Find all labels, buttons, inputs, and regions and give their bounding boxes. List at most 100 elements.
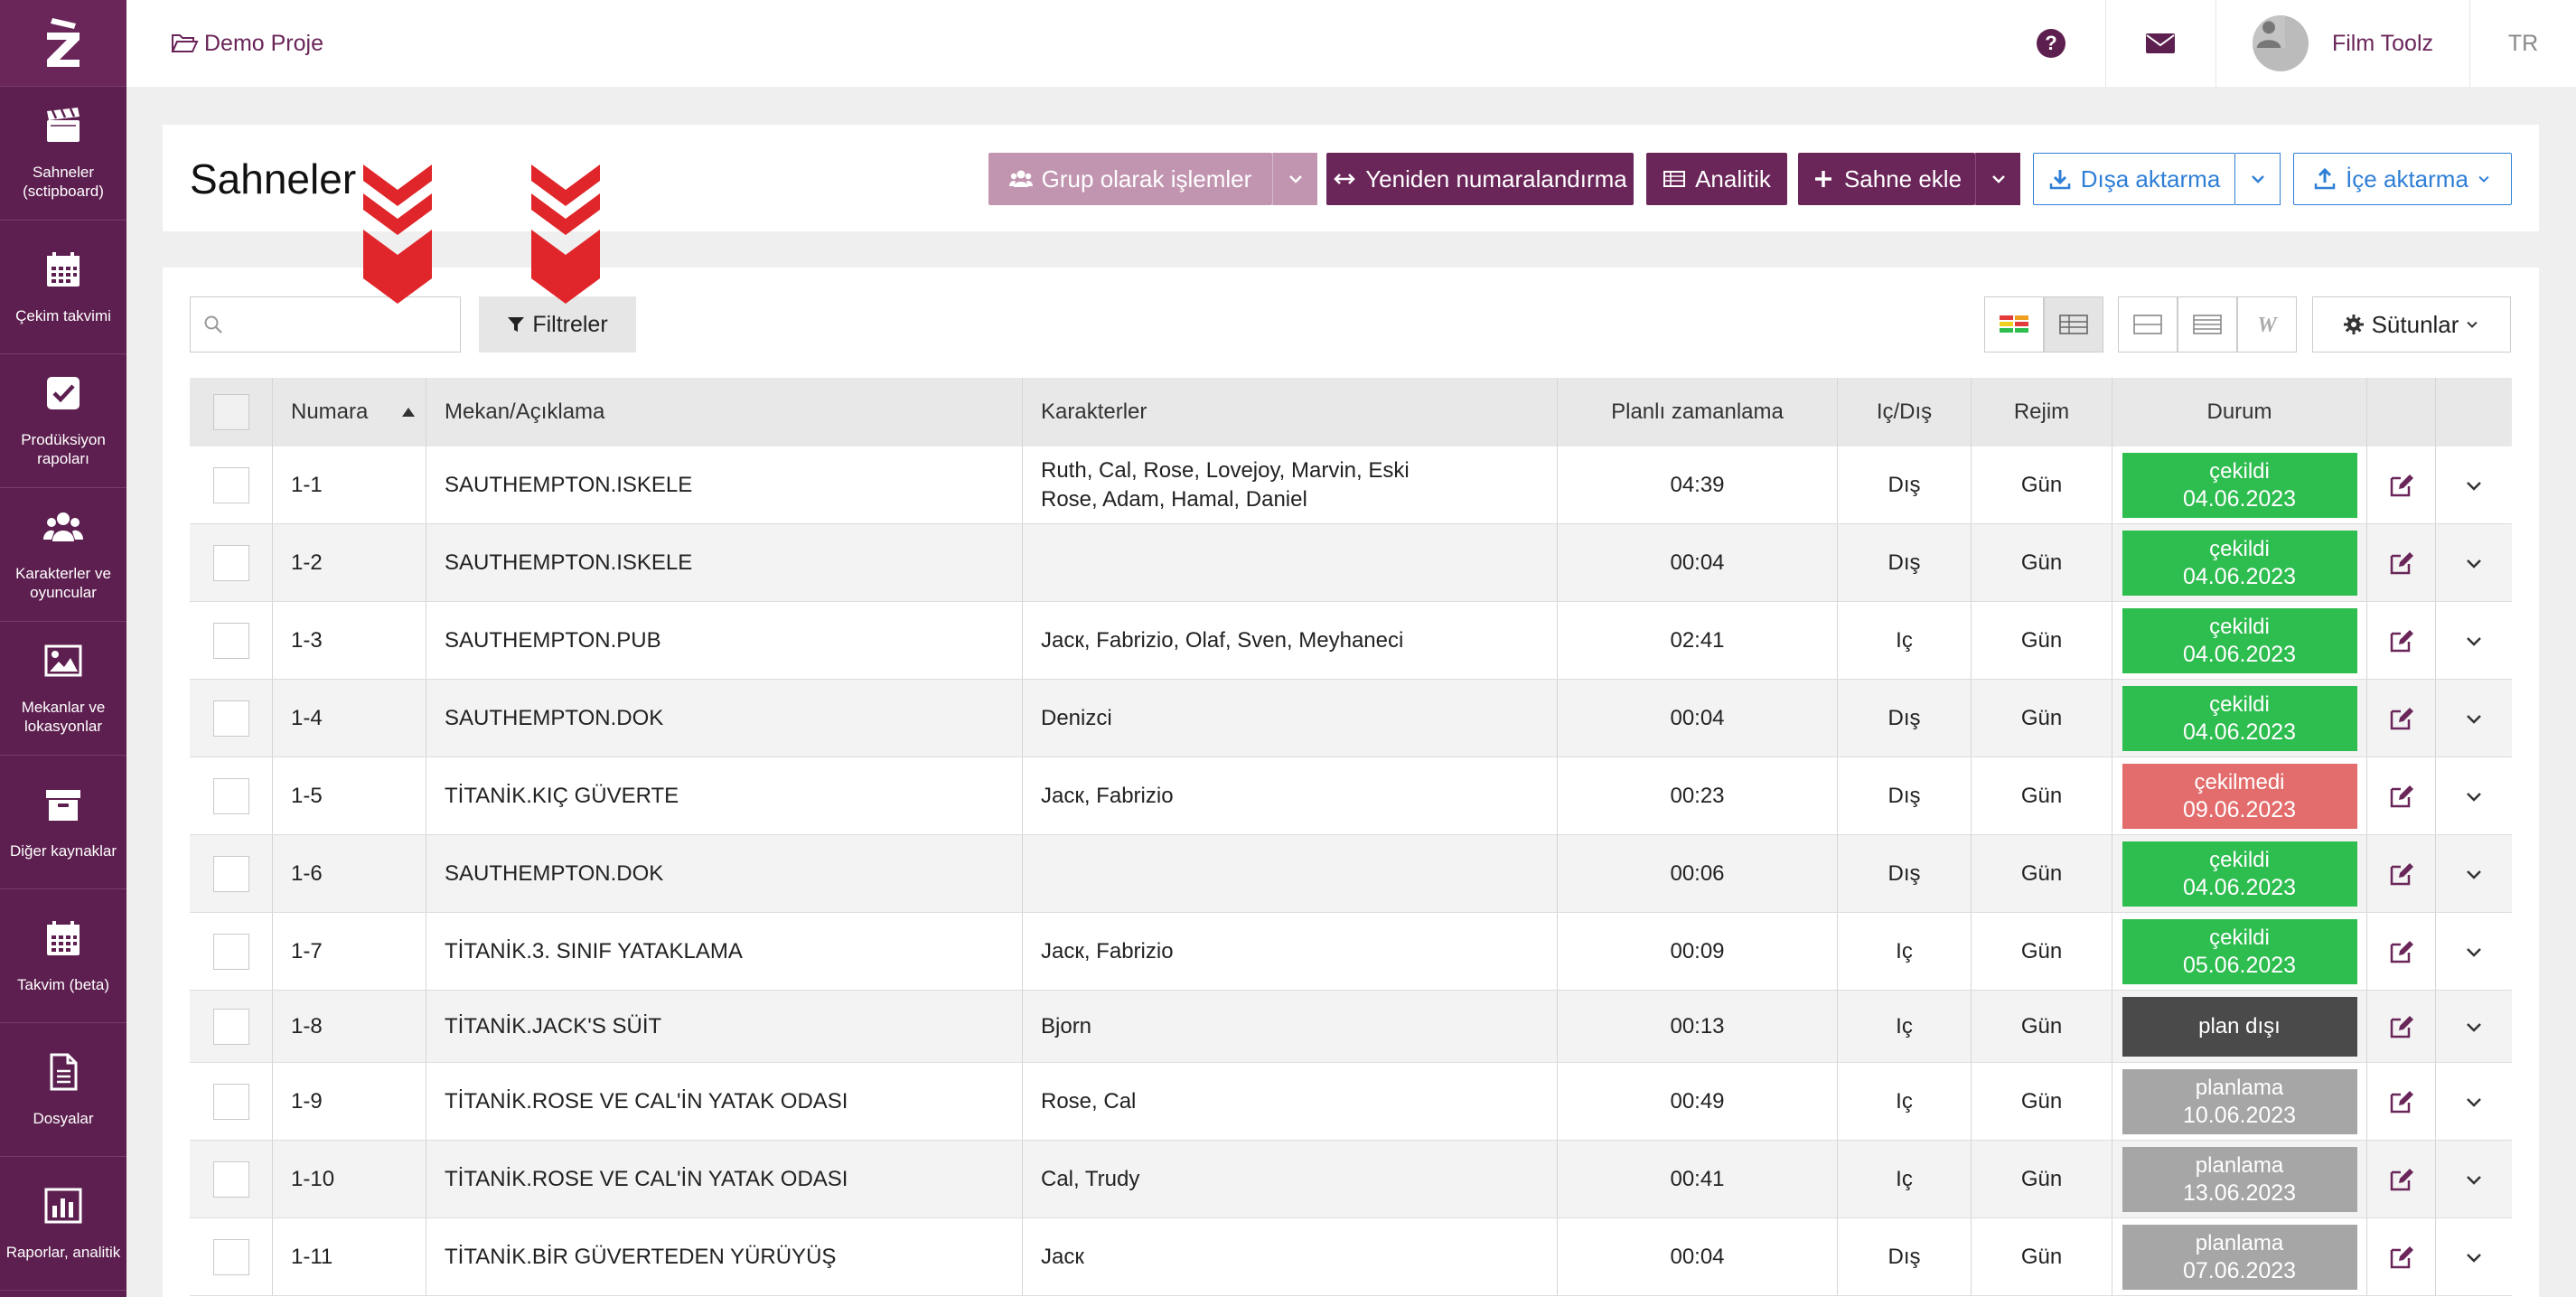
select-all-checkbox[interactable] [212, 394, 249, 430]
column-regime[interactable]: Rejim [1972, 378, 2112, 446]
chevron-down-icon[interactable] [2464, 1092, 2484, 1112]
edit-icon[interactable] [2387, 1087, 2416, 1116]
scene-location: SAUTHEMPTON.ISKELE [426, 524, 1023, 601]
table-row[interactable]: 1-1 SAUTHEMPTON.ISKELE Ruth, Cal, Rose, Lo… [190, 446, 2512, 524]
row-checkbox[interactable] [212, 700, 249, 737]
add-scene-button[interactable]: Sahne ekle [1798, 153, 1975, 205]
chevron-down-icon[interactable] [2464, 1247, 2484, 1267]
sidebar-item-0[interactable]: Sahneler (sctipboard) [0, 87, 126, 221]
row-checkbox[interactable] [212, 1238, 249, 1275]
status-badge[interactable]: çekildi 04.06.2023 [2122, 607, 2357, 673]
table-row[interactable]: 1-10 TİTANİK.ROSE VE CAL'İN YATAK ODASI Ca… [190, 1141, 2512, 1218]
status-badge[interactable]: çekildi 05.06.2023 [2122, 918, 2357, 984]
import-button[interactable]: İçe aktarma [2293, 153, 2512, 205]
chevron-down-icon[interactable] [2464, 942, 2484, 962]
help-button[interactable]: ? [1997, 0, 2105, 87]
table-row[interactable]: 1-11 TİTANİK.BİR GÜVERTEDEN YÜRÜYÜŞ Jacк 00… [190, 1218, 2512, 1296]
edit-icon[interactable] [2387, 937, 2416, 966]
chevron-down-icon [1288, 175, 1302, 183]
edit-icon[interactable] [2387, 549, 2416, 578]
edit-icon[interactable] [2387, 860, 2416, 888]
edit-icon[interactable] [2387, 1243, 2416, 1272]
row-checkbox[interactable] [212, 544, 249, 581]
search-input[interactable] [232, 313, 449, 336]
columns-button[interactable]: Sütunlar [2312, 296, 2511, 352]
table-row[interactable]: 1-3 SAUTHEMPTON.PUB Jacк, Fabrizio, Olaf, … [190, 602, 2512, 680]
row-checkbox[interactable] [212, 622, 249, 659]
row-checkbox[interactable] [212, 933, 249, 970]
chevron-down-icon[interactable] [2464, 1017, 2484, 1037]
row-checkbox[interactable] [212, 466, 249, 503]
table-row[interactable]: 1-4 SAUTHEMPTON.DOK Denizci 00:04 Dış Gün çeki… [190, 680, 2512, 757]
sidebar-item-5[interactable]: Diğer kaynaklar [0, 756, 126, 889]
column-planned[interactable]: Planlı zamanlama [1558, 378, 1838, 446]
table-row[interactable]: 1-8 TİTANİK.JACK'S SÜİT Bjorn 00:13 Iç Gün pla… [190, 991, 2512, 1063]
edit-icon[interactable] [2387, 704, 2416, 733]
column-characters[interactable]: Karakterler [1023, 378, 1558, 446]
row-checkbox[interactable] [212, 1008, 249, 1045]
chevron-down-icon[interactable] [2464, 631, 2484, 651]
edit-icon[interactable] [2387, 782, 2416, 811]
status-badge[interactable]: çekildi 04.06.2023 [2122, 530, 2357, 596]
edit-cell [2367, 913, 2436, 990]
sidebar-item-1[interactable]: Çekim takvimi [0, 221, 126, 354]
sidebar-item-3[interactable]: Karakterler ve oyuncular [0, 488, 126, 622]
edit-icon[interactable] [2387, 1165, 2416, 1194]
edit-icon[interactable] [2387, 1012, 2416, 1041]
column-number[interactable]: Numara [273, 378, 426, 446]
column-inout[interactable]: Iç/Dış [1838, 378, 1972, 446]
chevron-down-icon[interactable] [2464, 1170, 2484, 1189]
export-dropdown[interactable] [2235, 153, 2281, 205]
table-row[interactable]: 1-5 TİTANİK.KIÇ GÜVERTE Jacк, Fabrizio 00:2… [190, 757, 2512, 835]
app-logo[interactable] [0, 0, 126, 87]
row-checkbox[interactable] [212, 855, 249, 892]
sidebar-item-2[interactable]: Prodüksiyon rapoları [0, 354, 126, 488]
row-checkbox[interactable] [212, 1161, 249, 1198]
wide-rows-button[interactable] [2118, 296, 2178, 352]
sidebar-item-6[interactable]: Takvim (beta) [0, 889, 126, 1023]
compact-rows-button[interactable] [2178, 296, 2237, 352]
sidebar-item-8[interactable]: Raporlar, analitik [0, 1157, 126, 1291]
status-badge[interactable]: planlama 07.06.2023 [2122, 1224, 2357, 1290]
project-link[interactable]: Demo Proje [170, 31, 323, 57]
user-menu[interactable]: Film Toolz [2215, 0, 2469, 87]
status-badge[interactable]: çekilmedi 09.06.2023 [2122, 763, 2357, 829]
column-status[interactable]: Durum [2112, 378, 2367, 446]
status-badge[interactable]: planlama 10.06.2023 [2122, 1068, 2357, 1134]
chevron-down-icon[interactable] [2464, 709, 2484, 728]
status-badge[interactable]: plan dışı [2122, 996, 2357, 1057]
table-view-button[interactable] [2044, 296, 2103, 352]
group-actions-button[interactable]: Grup olarak işlemler [988, 153, 1272, 205]
characters-text: Jacк, Fabrizio [1041, 783, 1174, 808]
status-badge[interactable]: planlama 13.06.2023 [2122, 1146, 2357, 1212]
renumber-button[interactable]: Yeniden numaralandırma [1326, 153, 1634, 205]
edit-icon[interactable] [2387, 626, 2416, 655]
add-scene-dropdown[interactable] [1975, 153, 2020, 205]
edit-icon[interactable] [2387, 471, 2416, 500]
scene-inout: Dış [1838, 757, 1972, 834]
sidebar-item-7[interactable]: Dosyalar [0, 1023, 126, 1157]
table-row[interactable]: 1-9 TİTANİK.ROSE VE CAL'İN YATAK ODASI Ros… [190, 1063, 2512, 1141]
status-cell: planlama 10.06.2023 [2112, 1063, 2367, 1140]
status-badge[interactable]: çekildi 04.06.2023 [2122, 452, 2357, 518]
language-switcher[interactable]: TR [2469, 0, 2576, 87]
word-export-button[interactable]: W [2237, 296, 2297, 352]
table-row[interactable]: 1-2 SAUTHEMPTON.ISKELE 00:04 Dış Gün çekildi 0… [190, 524, 2512, 602]
table-row[interactable]: 1-7 TİTANİK.3. SINIF YATAKLAMA Jacк, Fabri… [190, 913, 2512, 991]
column-location[interactable]: Mekan/Açıklama [426, 378, 1023, 446]
status-badge[interactable]: çekildi 04.06.2023 [2122, 685, 2357, 751]
group-actions-dropdown[interactable] [1272, 153, 1317, 205]
chevron-down-icon[interactable] [2464, 864, 2484, 884]
export-button[interactable]: Dışa aktarma [2033, 153, 2235, 205]
sidebar-item-4[interactable]: Mekanlar ve lokasyonlar [0, 622, 126, 756]
row-checkbox[interactable] [212, 777, 249, 814]
row-checkbox[interactable] [212, 1083, 249, 1120]
chevron-down-icon[interactable] [2464, 475, 2484, 495]
color-view-button[interactable] [1984, 296, 2044, 352]
chevron-down-icon[interactable] [2464, 786, 2484, 806]
status-badge[interactable]: çekildi 04.06.2023 [2122, 841, 2357, 907]
chevron-down-icon[interactable] [2464, 553, 2484, 573]
messages-button[interactable] [2104, 0, 2215, 87]
table-row[interactable]: 1-6 SAUTHEMPTON.DOK 00:06 Dış Gün çekildi 04.0… [190, 835, 2512, 913]
analytics-button[interactable]: Analitik [1646, 153, 1787, 205]
